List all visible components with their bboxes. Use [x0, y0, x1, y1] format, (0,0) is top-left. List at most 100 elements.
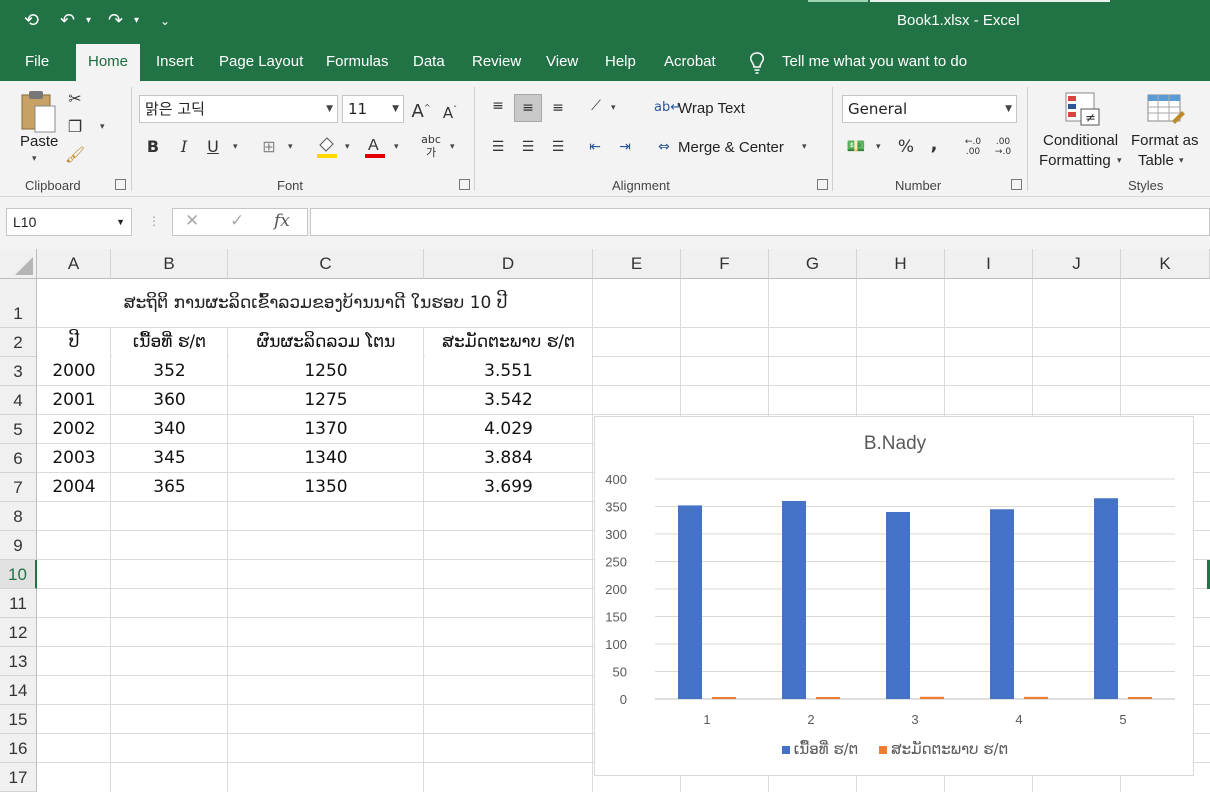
fill-color-icon[interactable]	[316, 135, 338, 159]
wrap-text-button[interactable]: Wrap Text	[678, 100, 745, 117]
font-color-icon[interactable]: A	[364, 135, 386, 159]
data-cell[interactable]: 345	[112, 444, 227, 473]
orientation-dropdown-icon[interactable]: ▾	[611, 103, 616, 113]
paste-label[interactable]: Paste	[20, 133, 58, 150]
align-center-icon[interactable]: ☰	[516, 136, 540, 158]
wrap-text-icon[interactable]: ab↵	[654, 97, 681, 119]
data-cell[interactable]: 4.029	[425, 415, 592, 444]
data-cell[interactable]: 352	[112, 357, 227, 386]
header-cell[interactable]: ສະມັດຕະພາບ ຮ/ຕ	[425, 328, 592, 357]
sheet-title-cell[interactable]: ສະຖິຕິ ການຜະລິດເຂົ້າລວມຂອງບ້ານນາດີ ໃນຮອບ…	[38, 280, 593, 328]
bar-yield-4[interactable]	[1024, 696, 1048, 699]
redo-icon[interactable]: ↷	[108, 8, 123, 34]
phonetic-dropdown-icon[interactable]: ▾	[450, 142, 455, 152]
row-header-15[interactable]: 15	[0, 705, 37, 734]
data-cell[interactable]: 3.884	[425, 444, 592, 473]
font-launcher-icon[interactable]	[459, 179, 470, 190]
bar-yield-5[interactable]	[1128, 696, 1152, 699]
conditional-formatting-line2[interactable]: Formatting	[1039, 152, 1111, 169]
row-header-9[interactable]: 9	[0, 531, 37, 560]
comma-button[interactable]: ,	[925, 134, 943, 156]
middle-align-icon[interactable]: ≡	[514, 94, 542, 122]
data-cell[interactable]: 1340	[229, 444, 423, 473]
cancel-icon[interactable]: ✕	[185, 211, 199, 231]
tab-view[interactable]: View	[534, 44, 590, 81]
bar-yield-3[interactable]	[920, 696, 944, 699]
row-header-13[interactable]: 13	[0, 647, 37, 676]
tab-review[interactable]: Review	[460, 44, 533, 81]
tab-formulas[interactable]: Formulas	[314, 44, 401, 81]
top-align-icon[interactable]: ≡	[486, 95, 510, 117]
data-cell[interactable]: 340	[112, 415, 227, 444]
tell-me-search[interactable]: Tell me what you want to do	[782, 44, 967, 81]
borders-icon[interactable]: ⊞	[258, 136, 280, 158]
paste-dropdown-icon[interactable]: ▾	[32, 154, 37, 164]
phonetic-icon[interactable]: abc 가	[420, 133, 442, 159]
underline-button[interactable]: U	[203, 136, 223, 158]
column-header-c[interactable]: C	[228, 249, 424, 279]
tab-help[interactable]: Help	[593, 44, 648, 81]
copy-icon[interactable]: ❐	[64, 116, 86, 138]
tab-page-layout[interactable]: Page Layout	[207, 44, 315, 81]
bar-chart[interactable]: B.Nady 0 50 100 150 200 250 300 350 400 1 2 3 4 5 ເນື…	[594, 416, 1194, 776]
column-header-b[interactable]: B	[111, 249, 228, 279]
merge-dropdown-icon[interactable]: ▾	[802, 142, 807, 152]
data-cell[interactable]: 3.542	[425, 386, 592, 415]
conditional-formatting-icon[interactable]: ≠	[1064, 91, 1102, 127]
customize-qat-icon[interactable]: ⌄	[160, 8, 170, 34]
data-cell[interactable]: 2001	[38, 386, 110, 415]
data-cell[interactable]: 2004	[38, 473, 110, 502]
row-header-6[interactable]: 6	[0, 444, 37, 473]
alignment-launcher-icon[interactable]	[817, 179, 828, 190]
redo-dropdown-icon[interactable]: ▾	[134, 8, 139, 34]
conditional-dropdown-icon[interactable]: ▾	[1117, 156, 1122, 166]
column-header-g[interactable]: G	[769, 249, 857, 279]
merge-center-icon[interactable]: ⇔	[653, 136, 675, 158]
increase-decimal-icon[interactable]: ←.0.00	[961, 137, 985, 157]
clipboard-launcher-icon[interactable]	[115, 179, 126, 190]
percent-button[interactable]: %	[895, 136, 917, 158]
enter-icon[interactable]: ✓	[230, 211, 244, 231]
bottom-align-icon[interactable]: ≡	[546, 97, 570, 119]
format-as-table-line1[interactable]: Format as	[1131, 132, 1199, 149]
bar-yield-1[interactable]	[712, 697, 736, 699]
tab-insert[interactable]: Insert	[144, 44, 206, 81]
select-all-corner[interactable]	[0, 249, 37, 279]
autosave-icon[interactable]: ⟲	[24, 8, 39, 34]
header-cell[interactable]: ເນື້ອທີ່ ຮ/ຕ	[112, 328, 227, 357]
format-painter-icon[interactable]: 🖌	[64, 144, 86, 166]
column-header-a[interactable]: A	[37, 249, 111, 279]
bar-area-5[interactable]	[1094, 498, 1118, 699]
column-header-k[interactable]: K	[1121, 249, 1210, 279]
cut-icon[interactable]: ✂	[64, 88, 86, 110]
bold-button[interactable]: B	[143, 136, 163, 158]
column-header-h[interactable]: H	[857, 249, 945, 279]
paste-icon[interactable]	[18, 89, 58, 135]
row-header-16[interactable]: 16	[0, 734, 37, 763]
header-cell[interactable]: ຜົນຜະລິດລວມ ໂຕນ	[229, 328, 423, 357]
insert-function-icon[interactable]: fx	[274, 211, 290, 231]
row-header-4[interactable]: 4	[0, 386, 37, 415]
row-header-12[interactable]: 12	[0, 618, 37, 647]
decrease-decimal-icon[interactable]: .00 →.0	[991, 137, 1015, 157]
row-header-17[interactable]: 17	[0, 763, 37, 792]
header-cell[interactable]: ປີ	[38, 328, 110, 357]
format-as-table-line2[interactable]: Table	[1138, 152, 1174, 169]
bar-area-2[interactable]	[782, 501, 806, 699]
data-cell[interactable]: 1250	[229, 357, 423, 386]
data-cell[interactable]: 365	[112, 473, 227, 502]
data-cell[interactable]: 1275	[229, 386, 423, 415]
merge-center-button[interactable]: Merge & Center	[678, 139, 784, 156]
row-header-1[interactable]: 1	[0, 279, 37, 328]
conditional-formatting-line1[interactable]: Conditional	[1043, 132, 1118, 149]
data-cell[interactable]: 3.551	[425, 357, 592, 386]
number-format-dropdown[interactable]: General ▼	[842, 95, 1017, 123]
underline-dropdown-icon[interactable]: ▾	[233, 142, 238, 152]
accounting-format-icon[interactable]: 💵	[845, 135, 867, 157]
font-name-dropdown[interactable]: 맑은 고딕 ▼	[139, 95, 338, 123]
tab-file[interactable]: File	[13, 44, 61, 81]
bar-area-1[interactable]	[678, 505, 702, 699]
data-cell[interactable]: 2000	[38, 357, 110, 386]
number-launcher-icon[interactable]	[1011, 179, 1022, 190]
shrink-font-icon[interactable]: Aˇ	[440, 99, 460, 124]
